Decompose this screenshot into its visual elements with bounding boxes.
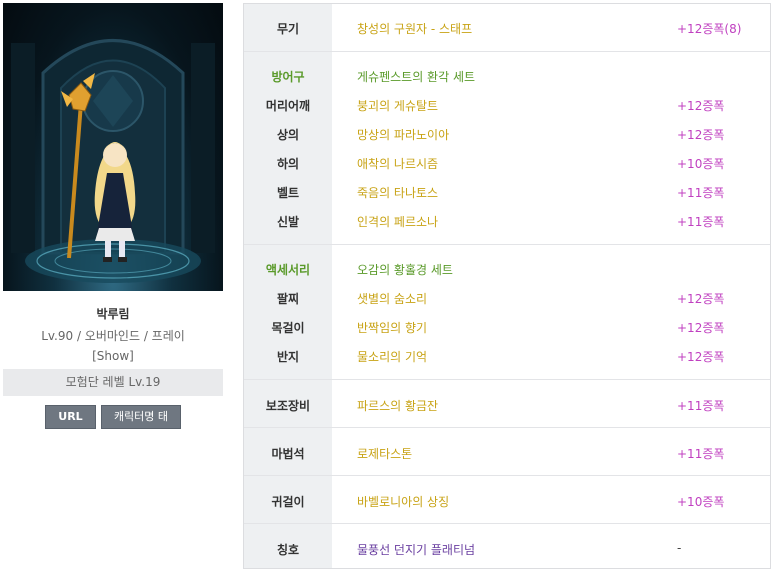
character-info: Lv.90 / 오버마인드 / 프레이 [41,329,185,343]
item-name[interactable]: 물풍선 던지기 플래티넘 [357,541,475,558]
enhancement-level: +11증폭 [677,186,725,200]
divider [244,427,770,428]
set-name[interactable]: 게슈펜스트의 환각 세트 [357,68,475,85]
slot-label: 귀걸이 [271,495,305,509]
slot-label: 목걸이 [271,321,305,335]
slot-label: 방어구 [271,70,305,84]
enhancement-level: - [677,541,682,555]
enhancement-level: +11증폭 [677,215,725,229]
profile-button-row: URL 캐릭터명 태그 [3,405,223,445]
item-name[interactable]: 애착의 나르시즘 [357,155,438,172]
divider [244,523,770,524]
item-name[interactable]: 파르스의 황금잔 [357,397,438,414]
character-name: 박루림 [96,307,130,321]
slot-label: 신발 [276,215,300,229]
divider [244,244,770,245]
slot-label: 액세서리 [265,263,311,277]
item-name[interactable]: 망상의 파라노이아 [357,126,449,143]
item-name[interactable]: 인격의 페르소나 [357,213,438,230]
item-name[interactable]: 반짝임의 향기 [357,319,427,336]
item-name[interactable]: 샛별의 숨소리 [357,290,427,307]
divider [244,379,770,380]
slot-label: 머리어깨 [265,99,311,113]
enhancement-level: +12증폭 [677,128,725,142]
slot-label: 무기 [276,22,300,36]
item-name[interactable]: 창성의 구원자 - 스태프 [357,20,472,37]
slot-label: 마법석 [271,447,305,461]
adventure-level: 모험단 레벨 Lv.19 [3,369,223,396]
enhancement-level: +12증폭 [677,292,725,306]
item-name[interactable]: 바벨로니아의 상징 [357,493,449,510]
divider [244,475,770,476]
slot-label: 벨트 [276,186,300,200]
set-name[interactable]: 오감의 황홀경 세트 [357,261,453,278]
enhancement-level: +12증폭 [677,350,725,364]
slot-label: 팔찌 [276,292,300,306]
url-button[interactable]: URL [45,405,96,429]
enhancement-level: +11증폭 [677,447,725,461]
item-name[interactable]: 죽음의 타나토스 [357,184,438,201]
enhancement-level: +12증폭 [677,99,725,113]
enhancement-level: +10증폭 [677,157,725,171]
show-link[interactable]: [Show] [3,349,223,363]
slot-label: 칭호 [276,543,300,557]
slot-label: 하의 [276,157,300,171]
character-profile: 박루림 Lv.90 / 오버마인드 / 프레이 [Show] 모험단 레벨 Lv… [3,3,223,445]
slot-column-background [244,4,332,568]
enhancement-level: +11증폭 [677,399,725,413]
item-name[interactable]: 물소리의 기억 [357,348,427,365]
item-name[interactable]: 로제타스톤 [357,445,412,462]
divider [244,51,770,52]
item-name[interactable]: 붕괴의 게슈탈트 [357,97,438,114]
character-portrait [3,3,223,291]
equipment-table: 무기 창성의 구원자 - 스태프 +12증폭(8) 방어구 게슈펜스트의 환각 … [243,3,771,569]
enhancement-level: +10증폭 [677,495,725,509]
enhancement-level: +12증폭 [677,321,725,335]
slot-label: 반지 [276,350,300,364]
enhancement-level: +12증폭(8) [677,22,742,36]
character-tag-button[interactable]: 캐릭터명 태그 [101,405,181,445]
slot-label: 상의 [276,128,300,142]
slot-label: 보조장비 [265,399,311,413]
